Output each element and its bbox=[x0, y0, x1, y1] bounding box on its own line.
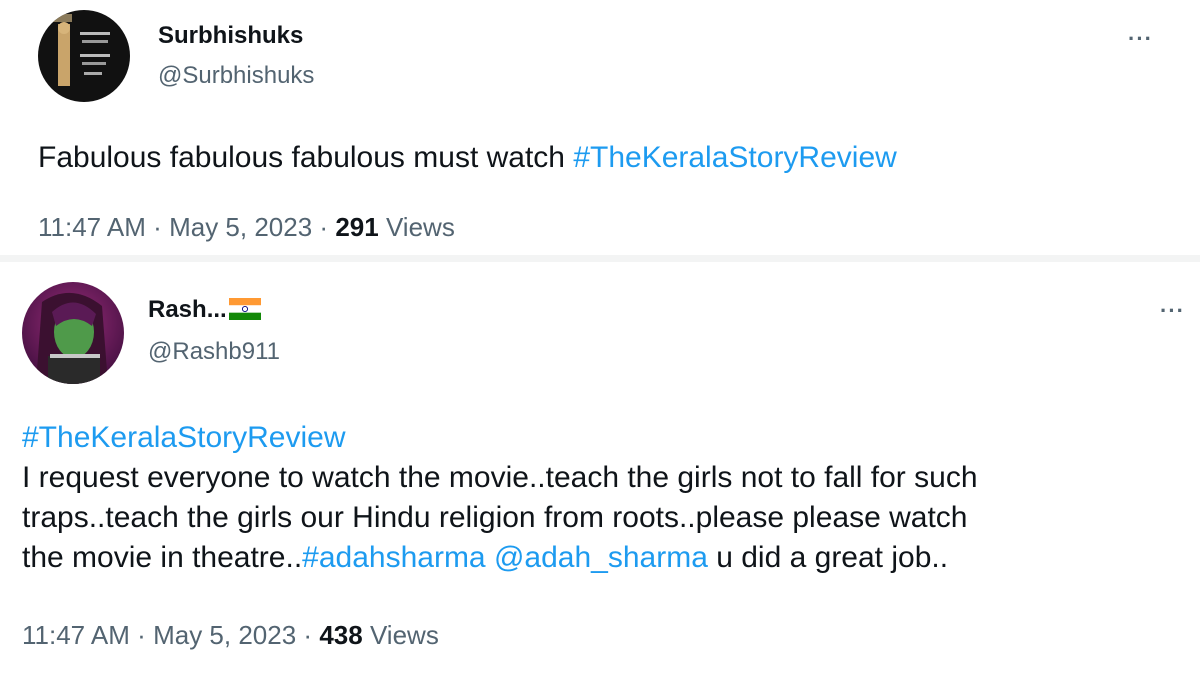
tweet-text-plain: the movie in theatre.. bbox=[22, 541, 303, 574]
more-options-button[interactable]: ··· bbox=[1160, 300, 1185, 322]
display-name-text: Rash... bbox=[148, 296, 227, 323]
hashtag-link[interactable]: #adahsharma bbox=[302, 541, 485, 574]
tweet-meta: 11:47 AM · May 5, 2023 · 291 Views bbox=[38, 212, 455, 243]
tweet-text-plain: Fabulous fabulous fabulous must watch bbox=[38, 141, 574, 174]
meta-separator: · bbox=[137, 620, 146, 650]
tweet-divider bbox=[0, 255, 1200, 262]
meta-separator: · bbox=[303, 620, 313, 650]
tweet-meta: 11:47 AM · May 5, 2023 · 438 Views bbox=[22, 620, 439, 651]
page: Surbhishuks @Surbhishuks ··· Fabulous fa… bbox=[0, 0, 1200, 675]
avatar[interactable] bbox=[38, 10, 130, 102]
tweet-text: Fabulous fabulous fabulous must watch #T… bbox=[38, 138, 1158, 178]
tweet-time[interactable]: 11:47 AM bbox=[22, 620, 130, 650]
tweet-date[interactable]: May 5, 2023 bbox=[169, 212, 312, 242]
tweet-text: #TheKeralaStoryReview I request everyone… bbox=[22, 418, 1192, 578]
views-label[interactable]: Views bbox=[370, 620, 439, 650]
meta-separator: · bbox=[319, 212, 329, 242]
views-label[interactable]: Views bbox=[386, 212, 455, 242]
views-count[interactable]: 438 bbox=[319, 620, 362, 650]
tweet-text-line: traps..teach the girls our Hindu religio… bbox=[22, 501, 968, 534]
user-handle[interactable]: @Surbhishuks bbox=[158, 62, 314, 90]
tweet-date[interactable]: May 5, 2023 bbox=[153, 620, 296, 650]
mention-link[interactable]: @adah_sharma bbox=[494, 541, 708, 574]
tweet-text-line: I request everyone to watch the movie..t… bbox=[22, 461, 978, 494]
display-name[interactable]: Rash... bbox=[148, 296, 261, 324]
hashtag-link[interactable]: #TheKeralaStoryReview bbox=[22, 418, 1192, 458]
avatar[interactable] bbox=[22, 282, 124, 384]
avatar-photo-icon bbox=[22, 282, 124, 384]
display-name[interactable]: Surbhishuks bbox=[158, 22, 303, 50]
tweet-text-plain: u did a great job.. bbox=[707, 541, 949, 574]
avatar-photo-icon bbox=[38, 10, 130, 102]
tweet-card: Rash... @Rashb911 ··· #TheKeralaStoryRev… bbox=[0, 262, 1200, 675]
tweet-time[interactable]: 11:47 AM bbox=[38, 212, 146, 242]
more-options-button[interactable]: ··· bbox=[1128, 28, 1153, 50]
views-count[interactable]: 291 bbox=[335, 212, 378, 242]
hashtag-link[interactable]: #TheKeralaStoryReview bbox=[573, 141, 896, 174]
tweet-card: Surbhishuks @Surbhishuks ··· Fabulous fa… bbox=[0, 0, 1200, 256]
tweet-text-line: the movie in theatre..#adahsharma @adah_… bbox=[22, 538, 1192, 578]
meta-separator: · bbox=[153, 212, 162, 242]
user-handle[interactable]: @Rashb911 bbox=[148, 338, 280, 366]
india-flag-icon bbox=[228, 298, 261, 320]
